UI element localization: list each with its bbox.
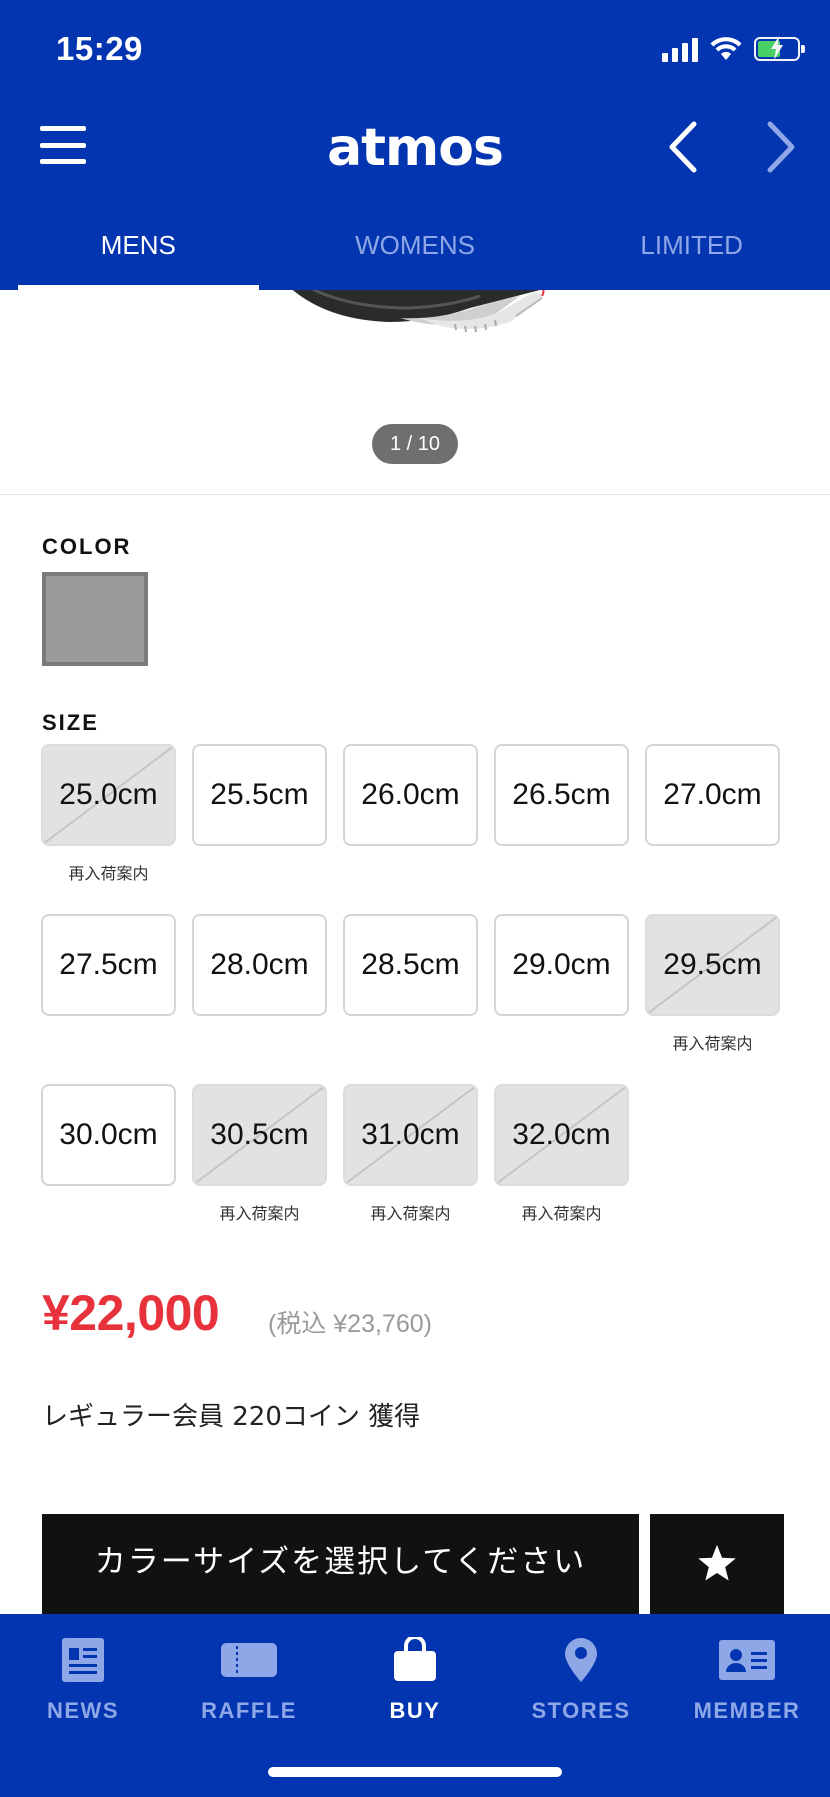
bottom-nav-member-label: MEMBER [693, 1698, 801, 1723]
size-option[interactable]: 30.5cm [192, 1084, 327, 1186]
color-swatch[interactable] [42, 572, 148, 666]
ticket-icon [221, 1643, 277, 1677]
color-label: COLOR [42, 534, 132, 559]
bottom-nav-buy-label: BUY [389, 1698, 441, 1723]
size-option[interactable]: 29.5cm [645, 914, 780, 1016]
bottom-nav-news[interactable]: NEWS [0, 1630, 166, 1724]
size-option[interactable]: 26.0cm [343, 744, 478, 846]
size-option-label: 31.0cm [361, 1118, 460, 1151]
star-icon [698, 1544, 736, 1581]
image-pager: 1 / 10 [372, 424, 458, 464]
size-option-label: 30.0cm [59, 1118, 158, 1151]
bottom-nav-stores-label: STORES [531, 1698, 631, 1723]
app-header: 15:29 atmos MENS WOMENS LIMITED [0, 0, 830, 290]
tab-mens[interactable]: MENS [0, 210, 277, 290]
category-tabs: MENS WOMENS LIMITED [0, 210, 830, 290]
status-icons [662, 36, 805, 62]
bottom-nav-news-label: NEWS [47, 1698, 119, 1723]
location-pin-icon [565, 1638, 597, 1682]
bottom-nav-buy[interactable]: BUY [332, 1630, 498, 1724]
restock-notice-link[interactable]: 再入荷案内 [494, 1200, 629, 1224]
product-image [292, 290, 545, 333]
favorite-button[interactable] [650, 1514, 784, 1614]
restock-notice-link[interactable]: 再入荷案内 [645, 1030, 780, 1054]
size-option-label: 25.5cm [210, 778, 309, 811]
price-tax-included: (税込 ¥23,760) [268, 1310, 432, 1338]
size-option[interactable]: 28.0cm [192, 914, 327, 1016]
size-option[interactable]: 30.0cm [41, 1084, 176, 1186]
tab-limited[interactable]: LIMITED [553, 210, 830, 290]
bottom-nav-member[interactable]: MEMBER [664, 1630, 830, 1724]
size-option-label: 29.0cm [512, 948, 611, 981]
cellular-signal-icon [662, 36, 698, 62]
size-option-label: 29.5cm [663, 948, 762, 981]
size-option-label: 27.5cm [59, 948, 158, 981]
size-option-label: 32.0cm [512, 1118, 611, 1151]
battery-icon [754, 36, 805, 61]
bottom-nav-raffle-label: RAFFLE [201, 1698, 297, 1723]
price: ¥22,000 [42, 1285, 220, 1341]
member-card-icon [719, 1640, 775, 1680]
size-option-label: 28.0cm [210, 948, 309, 981]
size-option-label: 28.5cm [361, 948, 460, 981]
bottom-nav-stores[interactable]: STORES [498, 1630, 664, 1724]
size-option[interactable]: 32.0cm [494, 1084, 629, 1186]
size-option[interactable]: 25.0cm [41, 744, 176, 846]
size-option-label: 26.0cm [361, 778, 460, 811]
shopping-bag-icon [394, 1637, 436, 1681]
size-option[interactable]: 29.0cm [494, 914, 629, 1016]
chevron-left-icon[interactable] [664, 120, 704, 174]
size-option[interactable]: 25.5cm [192, 744, 327, 846]
size-option[interactable]: 28.5cm [343, 914, 478, 1016]
restock-notice-link[interactable]: 再入荷案内 [192, 1200, 327, 1224]
restock-notice-link[interactable]: 再入荷案内 [343, 1200, 478, 1224]
home-indicator [268, 1767, 562, 1777]
bottom-nav-raffle[interactable]: RAFFLE [166, 1630, 332, 1724]
size-option-label: 30.5cm [210, 1118, 309, 1151]
member-coins-text: レギュラー会員 220コイン 獲得 [42, 1402, 421, 1432]
tab-womens[interactable]: WOMENS [277, 210, 554, 290]
restock-notice-link[interactable]: 再入荷案内 [41, 860, 176, 884]
size-option[interactable]: 31.0cm [343, 1084, 478, 1186]
size-option-label: 27.0cm [663, 778, 762, 811]
size-option[interactable]: 27.5cm [41, 914, 176, 1016]
wifi-icon [710, 37, 742, 60]
size-option-label: 25.0cm [59, 778, 158, 811]
size-option-label: 26.5cm [512, 778, 611, 811]
hamburger-menu-icon[interactable] [40, 126, 86, 164]
select-color-size-button[interactable]: カラーサイズを選択してください [42, 1514, 639, 1614]
size-option[interactable]: 27.0cm [645, 744, 780, 846]
news-icon [62, 1638, 104, 1682]
chevron-right-icon[interactable] [760, 120, 800, 174]
atmos-logo: atmos [327, 118, 504, 178]
size-label: SIZE [42, 710, 99, 735]
product-image-gallery[interactable]: 1 / 10 [0, 290, 830, 495]
size-option[interactable]: 26.5cm [494, 744, 629, 846]
status-time: 15:29 [56, 30, 143, 67]
